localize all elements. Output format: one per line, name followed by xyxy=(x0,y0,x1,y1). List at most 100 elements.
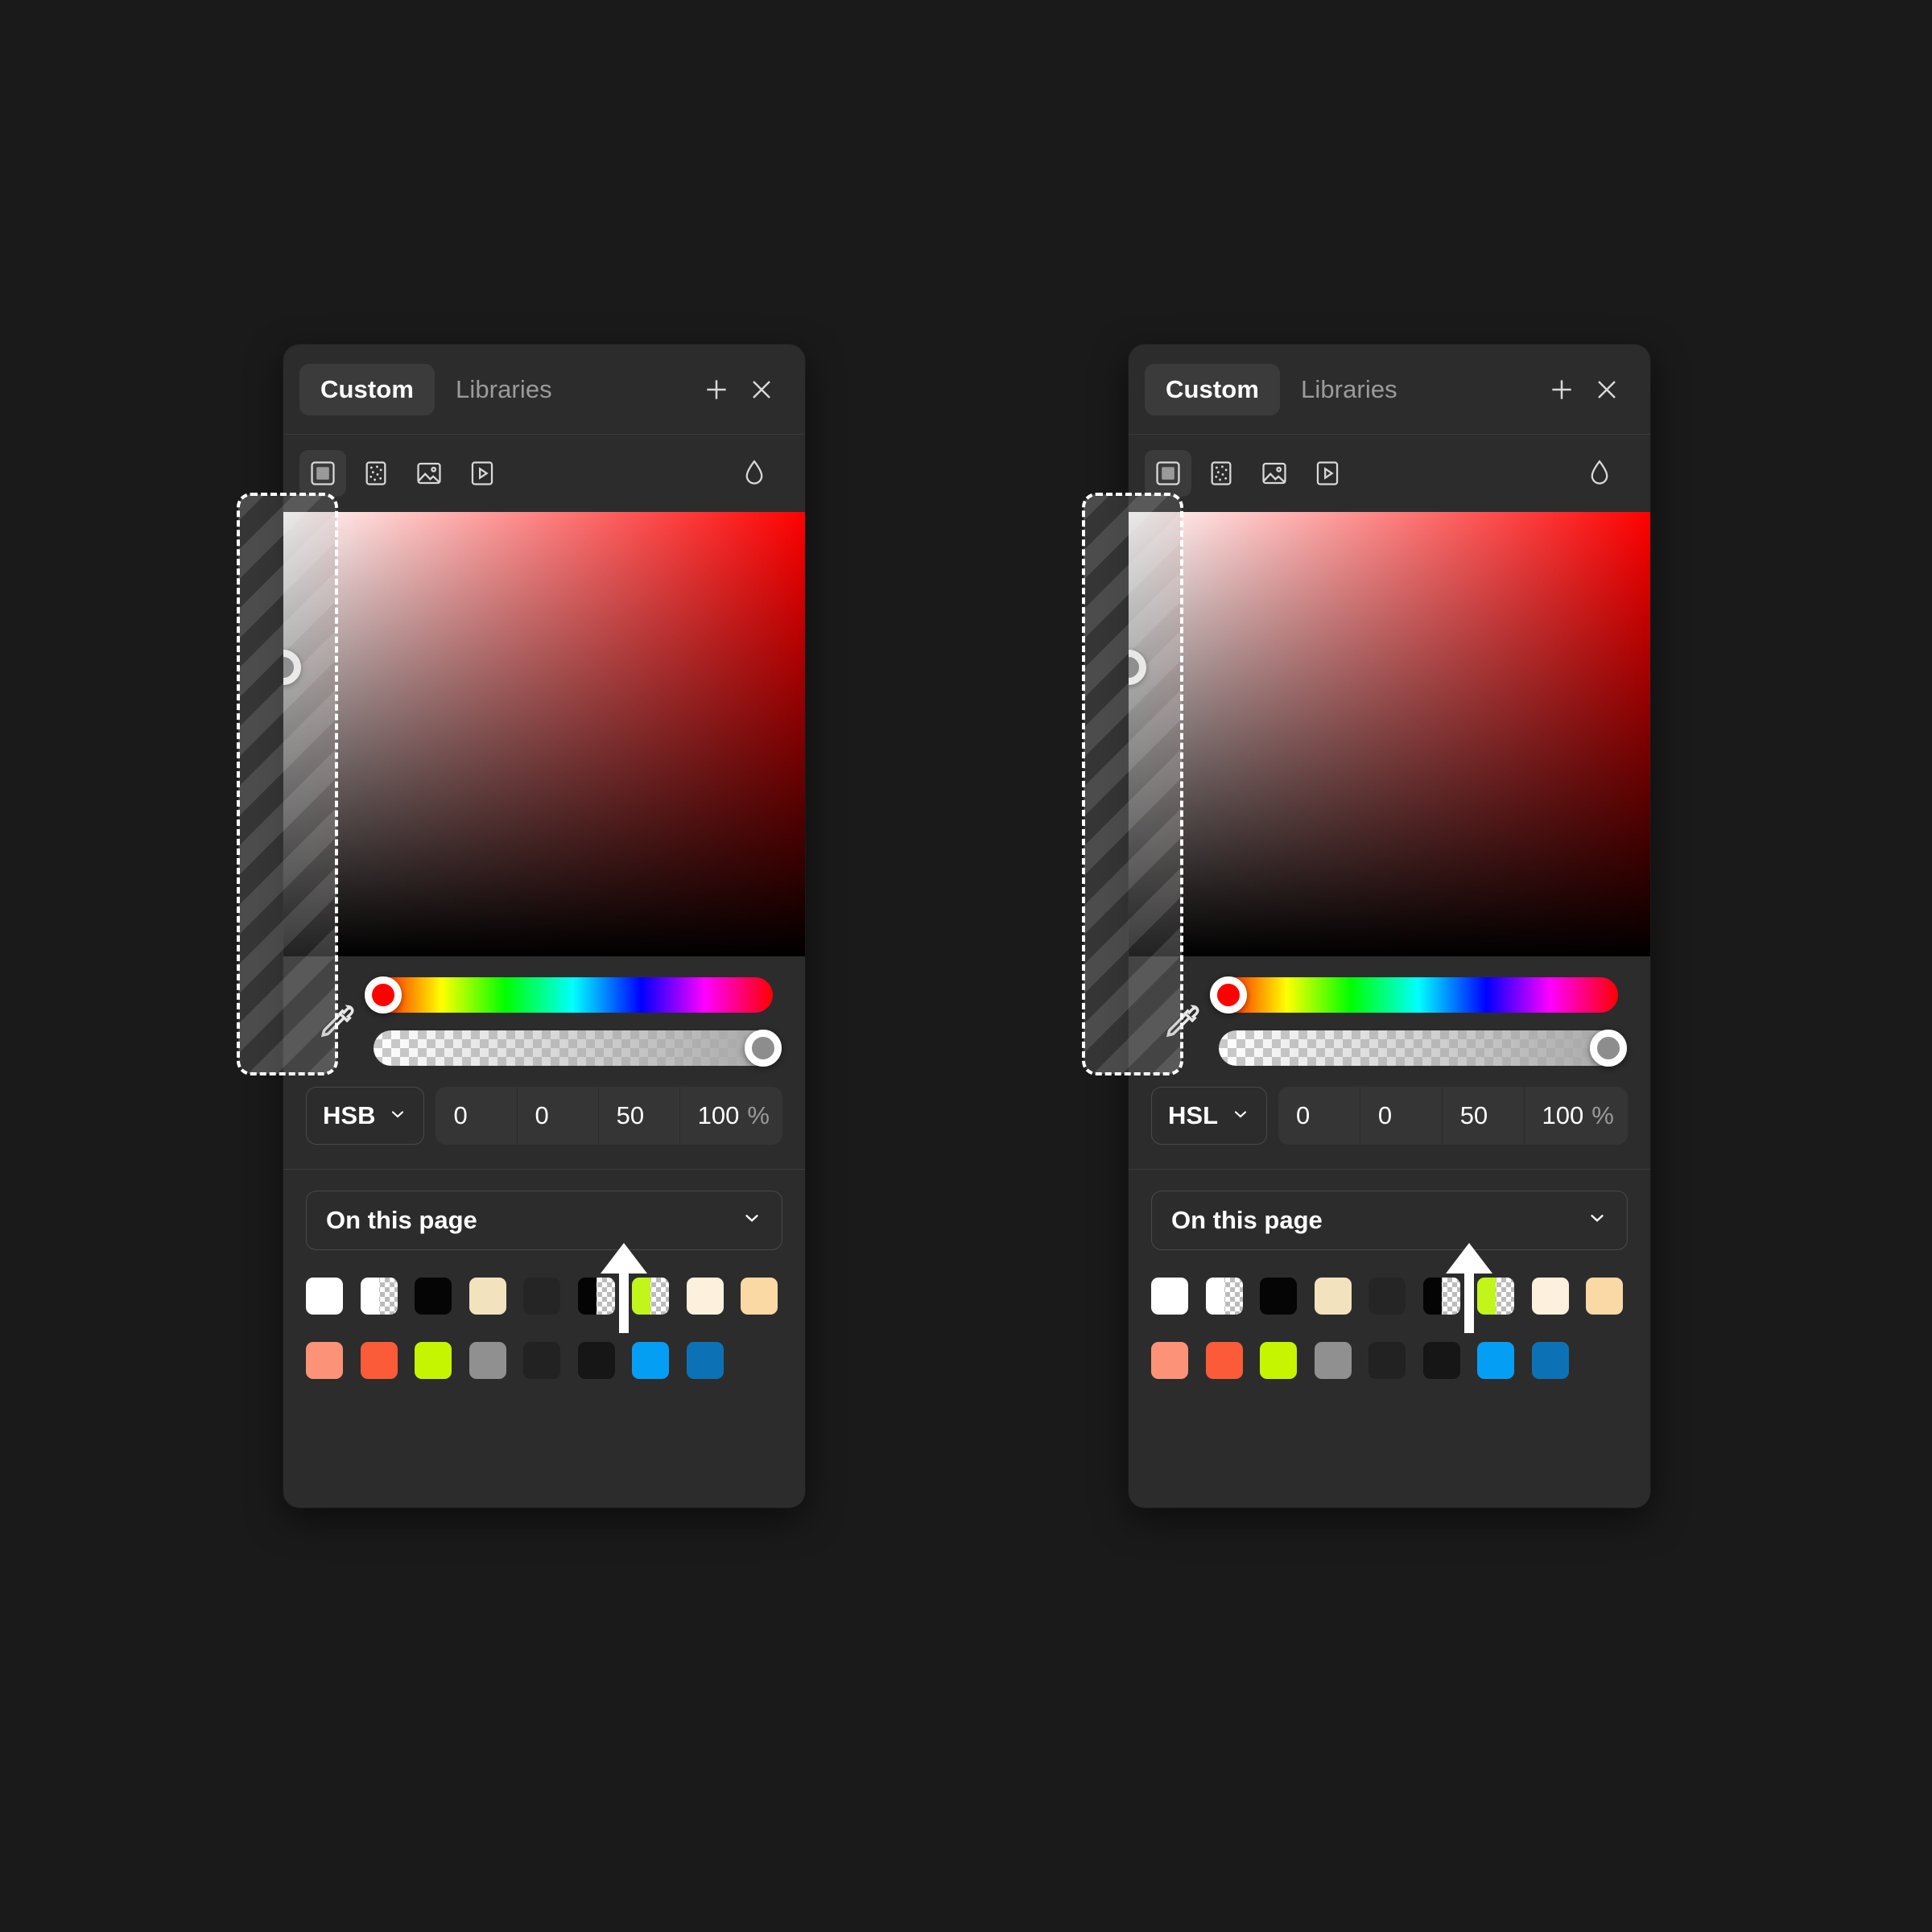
alpha-value: 100 xyxy=(697,1101,740,1129)
solid-fill-icon[interactable] xyxy=(1145,450,1191,497)
swatch-black[interactable] xyxy=(1260,1278,1298,1315)
palette-source-wrap: On this page xyxy=(283,1170,805,1250)
swatch-grid-row1 xyxy=(283,1250,805,1315)
solid-fill-icon[interactable] xyxy=(299,450,346,497)
chevron-down-icon xyxy=(1587,1206,1608,1235)
swatch-white-alpha[interactable] xyxy=(360,1278,398,1315)
palette-source-select[interactable]: On this page xyxy=(306,1191,782,1250)
chevron-down-icon xyxy=(1231,1101,1250,1130)
alpha-input[interactable]: 100 % xyxy=(1523,1087,1628,1145)
panel-bottom-padding xyxy=(1129,1379,1650,1508)
video-fill-icon[interactable] xyxy=(459,450,506,497)
add-icon[interactable] xyxy=(694,367,739,412)
arrow-left xyxy=(597,1240,650,1340)
drag-ghost-right[interactable] xyxy=(1082,493,1183,1075)
swatch-bright-blue[interactable] xyxy=(632,1342,670,1379)
hue-slider-knob[interactable] xyxy=(365,976,402,1013)
color-value-row: HSL 0 0 50 100 % xyxy=(1129,1072,1650,1169)
add-icon[interactable] xyxy=(1539,367,1584,412)
swatch-dark-gray[interactable] xyxy=(1368,1278,1406,1315)
swatch-lime[interactable] xyxy=(1260,1342,1298,1379)
swatch-salmon[interactable] xyxy=(1151,1342,1188,1379)
tab-libraries[interactable]: Libraries xyxy=(1280,364,1418,415)
swatch-near-black-2[interactable] xyxy=(577,1342,615,1379)
saturation-input[interactable]: 0 xyxy=(1359,1087,1442,1145)
color-model-label: HSL xyxy=(1168,1101,1218,1129)
noise-fill-icon[interactable] xyxy=(1198,450,1245,497)
hue-slider-knob[interactable] xyxy=(1210,976,1248,1013)
alpha-slider-knob[interactable] xyxy=(1589,1030,1627,1067)
fill-type-toolbar xyxy=(1129,435,1650,512)
swatch-peach[interactable] xyxy=(1586,1278,1624,1315)
hue-slider[interactable] xyxy=(1210,976,1618,1013)
swatch-dark-gray[interactable] xyxy=(523,1278,561,1315)
palette-source-label: On this page xyxy=(326,1206,477,1234)
image-fill-icon[interactable] xyxy=(406,450,452,497)
swatch-white[interactable] xyxy=(1151,1278,1188,1315)
swatch-gray[interactable] xyxy=(1314,1342,1352,1379)
color-picker-panel-right: Custom Libraries HSL 0 0 50 100 % On thi… xyxy=(1129,345,1650,1508)
video-fill-icon[interactable] xyxy=(1304,450,1351,497)
swatch-salmon[interactable] xyxy=(306,1342,343,1379)
color-picker-panel-left: Custom Libraries HSB 0 0 50 100 % On thi… xyxy=(283,345,805,1508)
alpha-slider-knob[interactable] xyxy=(744,1030,782,1067)
swatch-lime[interactable] xyxy=(415,1342,452,1379)
alpha-slider[interactable] xyxy=(374,1030,782,1067)
swatch-near-black-2[interactable] xyxy=(1422,1342,1460,1379)
noise-fill-icon[interactable] xyxy=(353,450,399,497)
droplet-icon[interactable] xyxy=(731,450,778,497)
color-model-select[interactable]: HSL xyxy=(1151,1087,1267,1145)
swatch-orange-red[interactable] xyxy=(360,1342,398,1379)
saturation-value-field[interactable] xyxy=(1129,512,1650,956)
slider-stack xyxy=(1210,976,1627,1067)
image-fill-icon[interactable] xyxy=(1251,450,1298,497)
alpha-input[interactable]: 100 % xyxy=(679,1087,782,1145)
swatch-grid-row1 xyxy=(1129,1250,1650,1315)
lightness-input[interactable]: 50 xyxy=(1441,1087,1524,1145)
swatch-gray[interactable] xyxy=(469,1342,506,1379)
palette-source-select[interactable]: On this page xyxy=(1151,1191,1628,1250)
tab-custom[interactable]: Custom xyxy=(299,363,435,415)
swatch-near-black-1[interactable] xyxy=(523,1342,561,1379)
alpha-slider[interactable] xyxy=(1219,1030,1627,1067)
color-value-row: HSB 0 0 50 100 % xyxy=(283,1072,805,1169)
hue-input[interactable]: 0 xyxy=(436,1087,516,1145)
hue-slider[interactable] xyxy=(365,976,773,1013)
tab-custom[interactable]: Custom xyxy=(1145,363,1280,415)
palette-source-label: On this page xyxy=(1171,1206,1323,1234)
color-value-fields: 0 0 50 100 % xyxy=(436,1087,782,1145)
swatch-deep-blue[interactable] xyxy=(1531,1342,1569,1379)
swatch-off-white[interactable] xyxy=(686,1278,724,1315)
brightness-input[interactable]: 50 xyxy=(597,1087,679,1145)
slider-block xyxy=(1129,956,1650,1072)
drag-ghost-left[interactable] xyxy=(237,493,338,1075)
hue-input[interactable]: 0 xyxy=(1278,1087,1360,1145)
panel-header: Custom Libraries xyxy=(1129,345,1650,435)
saturation-value-field[interactable] xyxy=(283,512,805,956)
tab-libraries[interactable]: Libraries xyxy=(435,364,573,415)
droplet-icon[interactable] xyxy=(1576,450,1623,497)
swatch-peach[interactable] xyxy=(741,1278,778,1315)
close-icon[interactable] xyxy=(739,367,784,412)
swatch-bright-blue[interactable] xyxy=(1477,1342,1515,1379)
swatch-near-black-1[interactable] xyxy=(1368,1342,1406,1379)
swatch-deep-blue[interactable] xyxy=(686,1342,724,1379)
swatch-black[interactable] xyxy=(415,1278,452,1315)
swatch-off-white[interactable] xyxy=(1531,1278,1569,1315)
swatch-white[interactable] xyxy=(306,1278,343,1315)
swatch-white-alpha[interactable] xyxy=(1205,1278,1243,1315)
palette-source-wrap: On this page xyxy=(1129,1170,1650,1250)
alpha-value: 100 xyxy=(1542,1101,1584,1129)
percent-sign: % xyxy=(747,1101,770,1129)
swatch-orange-red[interactable] xyxy=(1205,1342,1243,1379)
chevron-down-icon xyxy=(388,1101,407,1130)
swatch-grid-row2 xyxy=(283,1315,805,1379)
chevron-down-icon xyxy=(741,1206,762,1235)
color-model-select[interactable]: HSB xyxy=(306,1087,425,1145)
saturation-input[interactable]: 0 xyxy=(516,1087,598,1145)
swatch-cream[interactable] xyxy=(1314,1278,1352,1315)
slider-block xyxy=(283,956,805,1072)
arrow-right xyxy=(1443,1240,1496,1340)
swatch-cream[interactable] xyxy=(469,1278,506,1315)
close-icon[interactable] xyxy=(1584,367,1629,412)
